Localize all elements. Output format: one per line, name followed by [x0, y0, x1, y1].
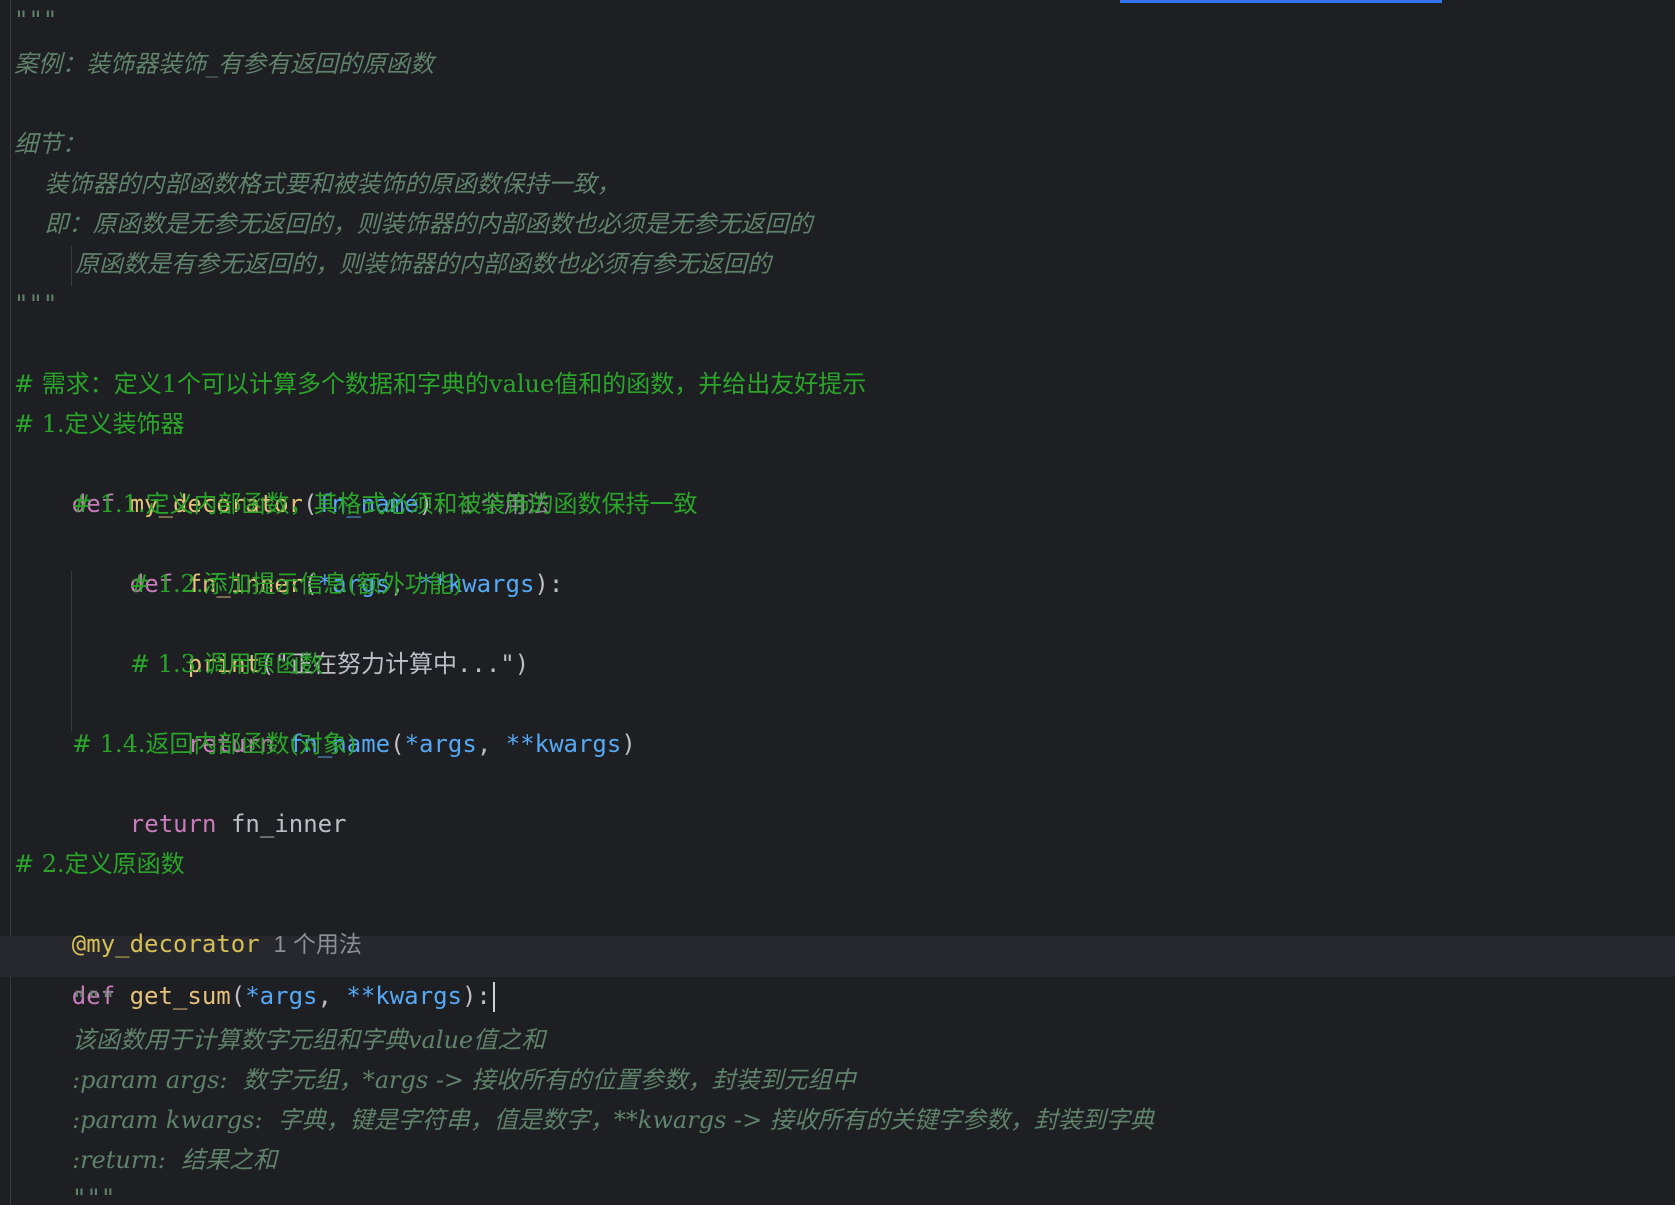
docstring-close: """ — [14, 290, 58, 318]
keyword-return: return — [129, 810, 217, 838]
func-docstring-close: """ — [72, 1184, 116, 1205]
paren-open: ( — [230, 982, 246, 1010]
docstring-detail-2: 即：原函数是无参无返回的，则装饰器的内部函数也必须是无参无返回的 — [14, 210, 813, 238]
docstring-details-label: 细节： — [14, 130, 86, 158]
gutter-divider — [10, 0, 11, 1205]
paren-close: ) — [514, 650, 530, 678]
return-inner-line: return fn_inner — [72, 764, 347, 838]
func-docstring-param-kwargs: :param kwargs: 字典，键是字符串，值是数字，**kwargs ->… — [72, 1106, 1154, 1134]
docstring-detail-1: 装饰器的内部函数格式要和被装饰的原函数保持一致， — [14, 170, 621, 198]
comment-requirement: # 需求：定义1个可以计算多个数据和字典的value值和的函数，并给出友好提示 — [14, 370, 867, 398]
return-value: fn_inner — [230, 810, 347, 838]
paren-open: ( — [390, 730, 405, 758]
func-docstring-desc: 该函数用于计算数字元组和字典value值之和 — [72, 1026, 546, 1054]
function-name-get-sum[interactable]: get_sum — [130, 982, 231, 1010]
docstring-detail-3: 原函数是有参无返回的，则装饰器的内部函数也必须有参无返回的 — [14, 250, 772, 278]
text-caret — [492, 982, 495, 1012]
separator: , — [476, 730, 506, 758]
print-line: print("正在努力计算中...") — [130, 604, 529, 678]
param-kwargs: **kwargs — [346, 982, 462, 1010]
docstring-title: 案例：装饰器装饰_有参有返回的原函数 — [14, 50, 434, 78]
paren-close: ): — [534, 570, 564, 598]
docstring-open: """ — [14, 6, 58, 34]
comment-step-1-2: # 1.2.添加提示信息(额外功能) — [130, 570, 463, 598]
paren-close: ) — [621, 730, 636, 758]
separator: , — [317, 982, 347, 1010]
def-get-sum-line[interactable]: def get_sum(*args, **kwargs): — [14, 936, 495, 1012]
param-args: *args — [245, 982, 318, 1010]
func-docstring-return: :return: 结果之和 — [72, 1146, 278, 1174]
comment-step-2: # 2.定义原函数 — [14, 850, 185, 878]
comment-step-1: # 1.定义装饰器 — [14, 410, 185, 438]
paren-close: ): — [461, 982, 491, 1010]
comment-step-1-3: # 1.3.调用原函数 — [130, 650, 324, 678]
func-docstring-open: """ — [72, 986, 116, 1014]
arg-args: *args — [404, 730, 477, 758]
func-docstring-param-args: :param args: 数字元组，*args -> 接收所有的位置参数，封装到… — [72, 1066, 856, 1094]
decorator-line: @my_decorator 1 个用法 — [14, 884, 362, 958]
code-editor[interactable]: """ 案例：装饰器装饰_有参有返回的原函数 细节： 装饰器的内部函数格式要和被… — [0, 0, 1675, 1205]
scroll-indicator[interactable] — [1120, 0, 1442, 3]
comment-step-1-1: # 1.1.定义内部函数，其格式必须和被装饰的函数保持一致 — [72, 490, 698, 518]
comment-step-1-4: # 1.4.返回内部函数(对象) — [72, 730, 357, 758]
def-my-decorator-line: def my_decorator(fn_name): 1 个用法 — [14, 444, 550, 518]
arg-kwargs: **kwargs — [505, 730, 622, 758]
def-fn-inner-line: def fn_inner(*args, **kwargs): — [72, 524, 564, 598]
return-call-line: return fn_name(*args, **kwargs) — [130, 684, 636, 758]
